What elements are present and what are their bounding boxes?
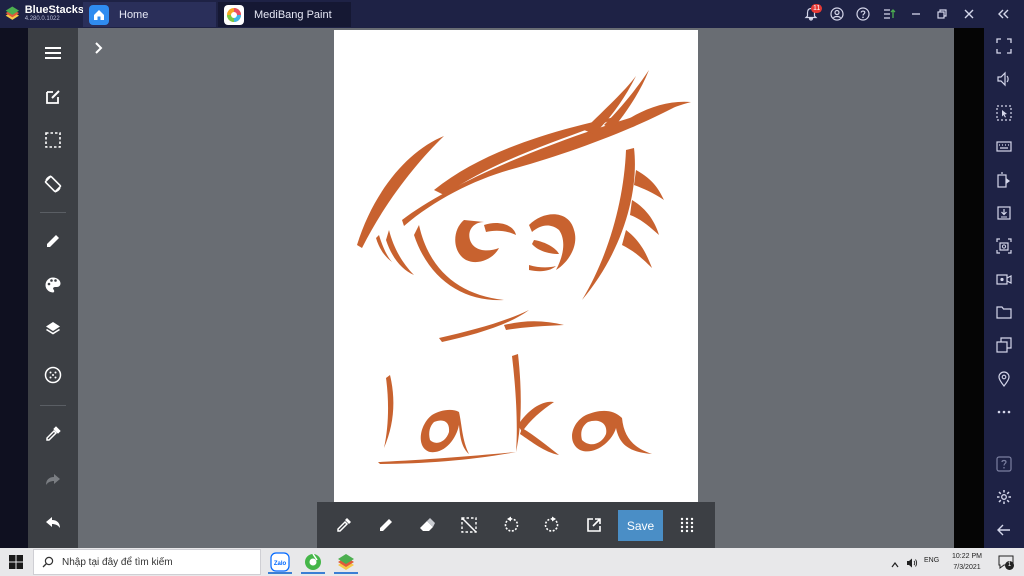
bluestacks-logo: BlueStacks 4.280.0.1022 bbox=[4, 4, 84, 24]
location-icon[interactable] bbox=[995, 370, 1013, 388]
windows-start-icon[interactable] bbox=[8, 554, 24, 570]
bluestacks-logo-icon bbox=[5, 6, 20, 20]
search-icon bbox=[42, 556, 54, 568]
taskbar-app-browser[interactable] bbox=[299, 550, 327, 574]
minimize-icon[interactable] bbox=[908, 6, 924, 22]
bottom-toolbar: Save bbox=[317, 502, 715, 548]
rotate-canvas-icon[interactable] bbox=[41, 172, 65, 196]
selection-icon[interactable] bbox=[41, 128, 65, 152]
tab-home[interactable]: Home bbox=[83, 2, 216, 27]
svg-text:Zalo: Zalo bbox=[274, 561, 287, 567]
speaker-icon[interactable] bbox=[906, 556, 918, 574]
clock-time: 10:22 PM bbox=[952, 553, 982, 560]
windows-taskbar: Nhập tại đây để tìm kiếm Zalo ENG 10:22 … bbox=[0, 548, 1024, 576]
tab-medibang-paint[interactable]: MediBang Paint bbox=[218, 2, 351, 27]
action-center-badge: 1 bbox=[1005, 561, 1014, 570]
clock-date: 7/3/2021 bbox=[953, 564, 981, 571]
zalo-icon: Zalo bbox=[270, 552, 290, 572]
active-app-indicator bbox=[268, 572, 292, 574]
record-icon[interactable] bbox=[995, 270, 1013, 288]
input-language[interactable]: ENG bbox=[924, 557, 939, 564]
taskbar-app-bluestacks[interactable] bbox=[332, 550, 360, 574]
settings-icon[interactable] bbox=[995, 488, 1013, 506]
layers-icon[interactable] bbox=[41, 317, 65, 341]
folder-icon[interactable] bbox=[995, 303, 1013, 321]
brush-icon[interactable] bbox=[41, 229, 65, 253]
help-icon[interactable] bbox=[995, 455, 1013, 473]
undo-icon[interactable] bbox=[41, 511, 65, 535]
eraser-icon[interactable] bbox=[415, 513, 439, 537]
drawing-canvas[interactable] bbox=[334, 30, 698, 502]
notification-badge: 11 bbox=[811, 4, 823, 13]
left-toolbar bbox=[28, 28, 78, 548]
redo-icon bbox=[41, 468, 65, 492]
chevron-right-icon[interactable] bbox=[91, 40, 107, 56]
taskbar-search-box[interactable]: Nhập tại đây để tìm kiếm bbox=[33, 549, 261, 575]
taskbar-app-zalo[interactable]: Zalo bbox=[266, 550, 294, 574]
browser-icon bbox=[305, 553, 321, 570]
install-apk-icon[interactable] bbox=[995, 171, 1013, 189]
left-margin bbox=[0, 28, 28, 548]
app-version: 4.280.0.1022 bbox=[24, 16, 60, 22]
export-icon[interactable] bbox=[582, 513, 606, 537]
app-name: BlueStacks bbox=[24, 4, 84, 16]
restore-icon[interactable] bbox=[934, 6, 950, 22]
fullscreen-icon[interactable] bbox=[995, 37, 1013, 55]
medibang-icon bbox=[224, 4, 244, 25]
tab-home-label: Home bbox=[119, 8, 149, 21]
pen-icon[interactable] bbox=[374, 513, 398, 537]
account-icon[interactable] bbox=[829, 6, 845, 22]
edit-icon[interactable] bbox=[41, 85, 65, 109]
taskbar-clock[interactable]: 10:22 PM 7/3/2021 bbox=[950, 551, 984, 573]
sort-icon[interactable] bbox=[881, 6, 897, 22]
toolbar-divider bbox=[40, 212, 66, 213]
keyboard-icon[interactable] bbox=[995, 137, 1013, 155]
chevron-up-icon[interactable] bbox=[890, 557, 900, 575]
import-icon[interactable] bbox=[995, 204, 1013, 222]
screenshot-icon[interactable] bbox=[995, 237, 1013, 255]
eyedropper-icon[interactable] bbox=[332, 513, 356, 537]
materials-icon[interactable] bbox=[41, 363, 65, 387]
redo-icon[interactable] bbox=[540, 513, 564, 537]
laka-eye-drawing bbox=[357, 70, 691, 464]
grid-icon[interactable] bbox=[675, 513, 699, 537]
cursor-icon[interactable] bbox=[995, 104, 1013, 122]
close-icon[interactable] bbox=[961, 6, 977, 22]
deselect-icon[interactable] bbox=[457, 513, 481, 537]
save-button[interactable]: Save bbox=[618, 510, 663, 541]
bluestacks-titlebar: BlueStacks 4.280.0.1022 Home MediBang Pa… bbox=[0, 0, 1024, 28]
back-icon[interactable] bbox=[995, 521, 1013, 539]
menu-icon[interactable] bbox=[41, 41, 65, 65]
volume-icon[interactable] bbox=[995, 70, 1013, 88]
palette-icon[interactable] bbox=[41, 273, 65, 297]
bluestacks-icon bbox=[338, 554, 354, 570]
active-app-indicator bbox=[334, 572, 358, 574]
undo-icon[interactable] bbox=[499, 513, 523, 537]
help-icon[interactable] bbox=[855, 6, 871, 22]
more-icon[interactable] bbox=[995, 403, 1013, 421]
active-app-indicator bbox=[301, 572, 325, 574]
toolbar-divider bbox=[40, 405, 66, 406]
home-icon bbox=[89, 4, 109, 25]
right-margin bbox=[954, 28, 984, 548]
multi-instance-icon[interactable] bbox=[995, 336, 1013, 354]
bluestacks-sidebar bbox=[984, 28, 1024, 548]
tab-medibang-label: MediBang Paint bbox=[254, 8, 332, 21]
eyedropper-icon[interactable] bbox=[41, 422, 65, 446]
search-placeholder: Nhập tại đây để tìm kiếm bbox=[62, 556, 173, 568]
collapse-sidebar-icon[interactable] bbox=[995, 6, 1011, 22]
